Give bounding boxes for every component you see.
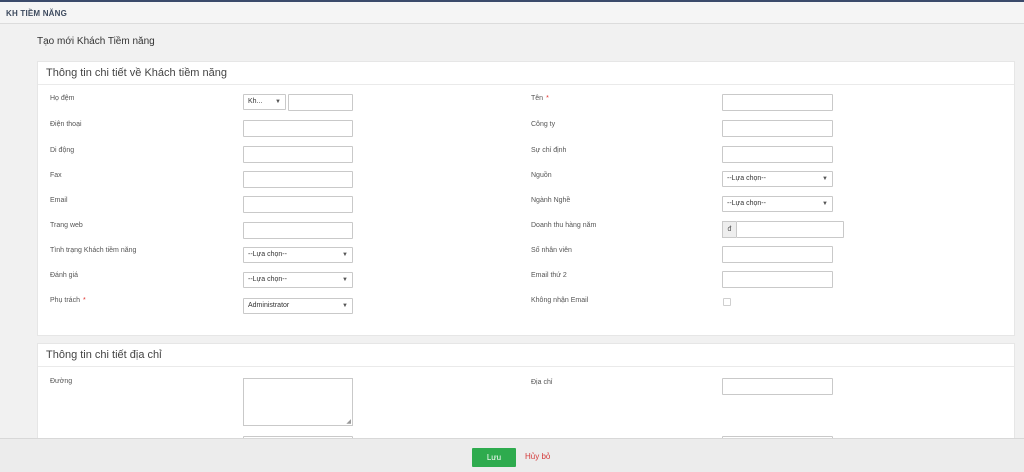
label-khong-nhan-email: Không nhận Email [531, 297, 589, 304]
required-mark: * [82, 297, 86, 304]
section-divider [38, 366, 1014, 367]
label-fax: Fax [50, 172, 62, 179]
label-ten-text: Tên [531, 95, 544, 102]
module-header: KH TIỀM NĂNG [0, 2, 1024, 24]
label-danh-gia: Đánh giá [50, 272, 79, 279]
chevron-down-icon: ▼ [822, 176, 828, 182]
chevron-down-icon: ▼ [342, 277, 348, 283]
label-ho-dem: Họ đệm [50, 95, 75, 102]
label-trang-web: Trang web [50, 222, 83, 229]
save-button[interactable]: Lưu [472, 448, 516, 467]
so-nhan-vien-input[interactable] [722, 246, 833, 263]
label-email: Email [50, 197, 68, 204]
email-input[interactable] [243, 196, 353, 213]
phu-trach-value: Administrator [248, 302, 290, 309]
phu-trach-select[interactable]: Administrator ▼ [243, 298, 353, 314]
label-phu-trach-text: Phụ trách [50, 297, 80, 304]
dia-chi-input[interactable] [722, 378, 833, 395]
danh-gia-select[interactable]: --Lựa chọn-- ▼ [243, 272, 353, 288]
label-di-dong: Di động [50, 147, 75, 154]
cong-ty-input[interactable] [722, 120, 833, 137]
currency-prefix: đ [722, 221, 736, 238]
required-mark: * [546, 95, 549, 102]
nganh-nghe-value: --Lựa chọn-- [727, 200, 766, 207]
su-chi-dinh-input[interactable] [722, 146, 833, 163]
tinh-trang-select[interactable]: --Lựa chọn-- ▼ [243, 247, 353, 263]
resize-grip-icon[interactable]: ◢ [346, 418, 351, 425]
fax-input[interactable] [243, 171, 353, 188]
danh-gia-value: --Lựa chọn-- [248, 276, 287, 283]
label-phu-trach: Phụ trách * [50, 297, 86, 304]
nganh-nghe-select[interactable]: --Lựa chọn-- ▼ [722, 196, 833, 212]
section-divider [38, 84, 1014, 85]
chevron-down-icon: ▼ [822, 201, 828, 207]
di-dong-input[interactable] [243, 146, 353, 163]
salutation-select[interactable]: Kh... ▼ [243, 94, 286, 110]
ten-input[interactable] [722, 94, 833, 111]
label-doanh-thu: Doanh thu hàng năm [531, 222, 597, 229]
label-cong-ty: Công ty [531, 121, 556, 128]
page-title: Tạo mới Khách Tiềm năng [37, 36, 155, 47]
section-title: Thông tin chi tiết về Khách tiềm năng [46, 67, 227, 79]
label-ten: Tên * [531, 95, 549, 102]
label-email-thu-2: Email thứ 2 [531, 272, 567, 279]
doanh-thu-input[interactable] [736, 221, 844, 238]
cancel-link[interactable]: Hủy bỏ [525, 452, 550, 461]
lead-details-panel: Thông tin chi tiết về Khách tiềm năng Họ… [37, 61, 1015, 336]
label-nganh-nghe: Ngành Nghề [531, 197, 571, 204]
label-dia-chi: Địa chỉ [531, 379, 553, 386]
label-tinh-trang: Tình trạng Khách tiềm năng [50, 247, 137, 254]
action-footer: Lưu Hủy bỏ [0, 438, 1024, 472]
label-so-nhan-vien: Số nhân viên [531, 247, 572, 254]
label-nguon: Nguồn [531, 172, 552, 179]
label-su-chi-dinh: Sự chỉ định [531, 147, 567, 154]
ho-dem-input[interactable] [288, 94, 353, 111]
duong-textarea[interactable]: ◢ [243, 378, 353, 426]
dien-thoai-input[interactable] [243, 120, 353, 137]
salutation-value: Kh... [248, 98, 263, 105]
chevron-down-icon: ▼ [275, 99, 281, 105]
email-thu-2-input[interactable] [722, 271, 833, 288]
nguon-select[interactable]: --Lựa chọn-- ▼ [722, 171, 833, 187]
tinh-trang-value: --Lựa chọn-- [248, 251, 287, 258]
nguon-value: --Lựa chọn-- [727, 175, 766, 182]
khong-nhan-email-checkbox[interactable] [723, 298, 731, 306]
address-details-panel: Thông tin chi tiết địa chỉ Đường ◢ Địa c… [37, 343, 1015, 443]
section-title: Thông tin chi tiết địa chỉ [46, 349, 162, 361]
module-title: KH TIỀM NĂNG [6, 9, 68, 18]
label-dien-thoai: Điện thoại [50, 121, 82, 128]
chevron-down-icon: ▼ [342, 303, 348, 309]
trang-web-input[interactable] [243, 222, 353, 239]
chevron-down-icon: ▼ [342, 252, 348, 258]
label-duong: Đường [50, 378, 73, 385]
